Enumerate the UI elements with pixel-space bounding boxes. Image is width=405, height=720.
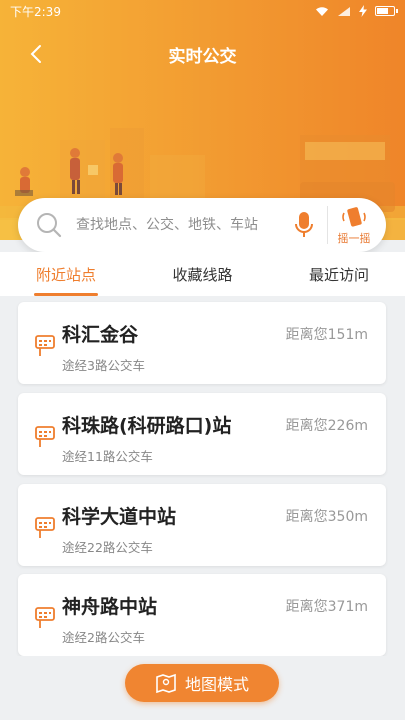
microphone-icon[interactable] xyxy=(293,210,315,240)
stop-name: 科珠路(科研路口)站 xyxy=(62,415,232,437)
bus-stop-icon xyxy=(35,335,55,356)
bus-stop-icon xyxy=(35,426,55,447)
wifi-icon xyxy=(316,6,328,16)
map-mode-label: 地图模式 xyxy=(184,675,249,694)
stop-card[interactable]: 科学大道中站 距离您350m 途经22路公交车 xyxy=(18,484,386,566)
shake-button[interactable]: 摇一摇 xyxy=(328,200,380,250)
stop-name: 科学大道中站 xyxy=(62,506,177,528)
search-input[interactable] xyxy=(76,217,293,233)
chevron-left-icon xyxy=(30,45,41,63)
stop-lines: 途经2路公交车 xyxy=(62,630,145,645)
stop-lines: 途经3路公交车 xyxy=(62,358,145,373)
stop-card[interactable]: 科汇金谷 距离您151m 途经3路公交车 xyxy=(18,302,386,384)
stop-card[interactable]: 神舟路中站 距离您371m 途经2路公交车 xyxy=(18,574,386,656)
tab-bar: 附近站点 收藏线路 最近访问 xyxy=(0,252,405,296)
battery-icon xyxy=(375,6,398,16)
back-button[interactable] xyxy=(24,42,48,66)
bus-stop-icon xyxy=(35,607,55,628)
nav-bar: 实时公交 xyxy=(0,36,405,72)
status-time: 下午2:39 xyxy=(10,4,61,19)
search-bar: 摇一摇 xyxy=(18,198,386,252)
stop-distance: 距离您350m xyxy=(285,509,368,525)
tab-nearby-stops[interactable]: 附近站点 xyxy=(33,254,99,296)
tab-recent-visits[interactable]: 最近访问 xyxy=(309,254,369,295)
search-icon xyxy=(37,213,62,238)
charging-icon xyxy=(359,5,367,17)
map-icon xyxy=(156,673,176,694)
stop-card[interactable]: 科珠路(科研路口)站 距离您226m 途经11路公交车 xyxy=(18,393,386,475)
page-title: 实时公交 xyxy=(168,46,237,67)
signal-icon xyxy=(338,6,350,16)
stop-list: 科汇金谷 距离您151m 途经3路公交车 科珠路(科研路口)站 距离您226m … xyxy=(0,296,405,656)
stop-distance: 距离您151m xyxy=(285,327,368,343)
stop-distance: 距离您371m xyxy=(285,599,368,615)
status-bar: 下午2:39 xyxy=(0,0,405,22)
stop-name: 神舟路中站 xyxy=(62,596,158,618)
stop-name: 科汇金谷 xyxy=(62,324,139,346)
tab-favorite-lines[interactable]: 收藏线路 xyxy=(172,254,232,295)
stop-lines: 途经11路公交车 xyxy=(62,449,153,464)
shake-phone-icon xyxy=(342,206,366,227)
stop-lines: 途经22路公交车 xyxy=(62,540,153,555)
bus-stop-icon xyxy=(35,517,55,538)
shake-label: 摇一摇 xyxy=(337,231,371,245)
map-mode-button[interactable]: 地图模式 xyxy=(125,664,279,702)
stop-distance: 距离您226m xyxy=(285,418,368,434)
